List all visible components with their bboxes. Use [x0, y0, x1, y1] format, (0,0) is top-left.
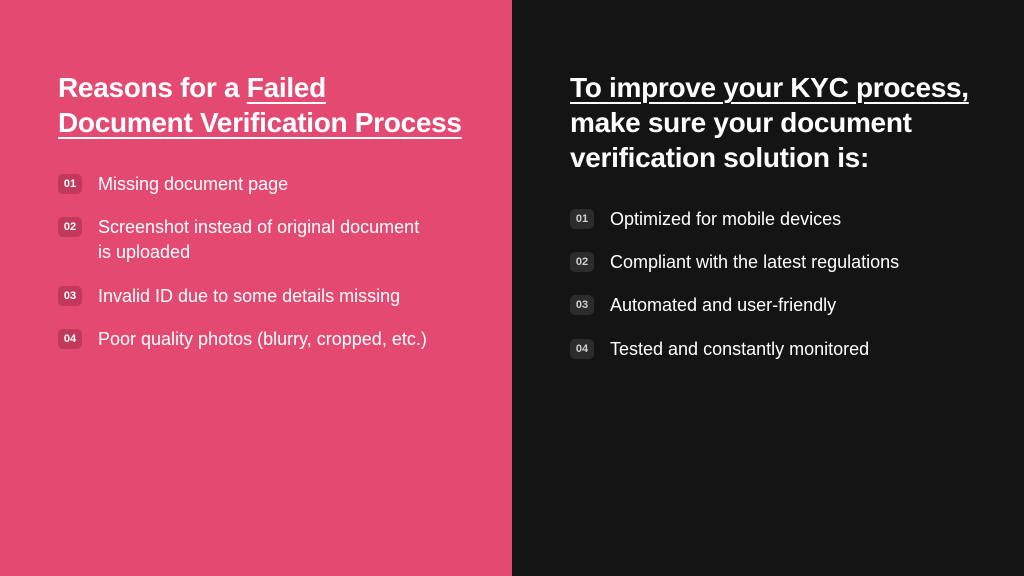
- left-title-prefix: Reasons for a: [58, 72, 247, 103]
- item-number-badge: 02: [570, 252, 594, 272]
- item-number-badge: 04: [570, 339, 594, 359]
- item-text: Missing document page: [98, 172, 288, 197]
- item-number-badge: 02: [58, 217, 82, 237]
- list-item: 04 Poor quality photos (blurry, cropped,…: [58, 327, 462, 352]
- item-number-badge: 04: [58, 329, 82, 349]
- list-item: 01 Missing document page: [58, 172, 462, 197]
- item-text: Compliant with the latest regulations: [610, 250, 899, 275]
- right-title: To improve your KYC process, make sure y…: [570, 70, 974, 175]
- item-text: Invalid ID due to some details missing: [98, 284, 400, 309]
- list-item: 04 Tested and constantly monitored: [570, 337, 974, 362]
- right-panel: To improve your KYC process, make sure y…: [512, 0, 1024, 576]
- list-item: 03 Automated and user-friendly: [570, 293, 974, 318]
- item-text: Automated and user-friendly: [610, 293, 836, 318]
- right-title-suffix: make sure your document verification sol…: [570, 107, 912, 173]
- list-item: 01 Optimized for mobile devices: [570, 207, 974, 232]
- list-item: 02 Compliant with the latest regulations: [570, 250, 974, 275]
- right-title-underlined: To improve your KYC process,: [570, 72, 969, 103]
- item-text: Tested and constantly monitored: [610, 337, 869, 362]
- item-text: Poor quality photos (blurry, cropped, et…: [98, 327, 427, 352]
- left-panel: Reasons for a Failed Document Verificati…: [0, 0, 512, 576]
- list-item: 02 Screenshot instead of original docume…: [58, 215, 462, 265]
- list-item: 03 Invalid ID due to some details missin…: [58, 284, 462, 309]
- left-title: Reasons for a Failed Document Verificati…: [58, 70, 462, 140]
- item-number-badge: 01: [58, 174, 82, 194]
- item-number-badge: 03: [58, 286, 82, 306]
- left-list: 01 Missing document page 02 Screenshot i…: [58, 172, 462, 352]
- right-list: 01 Optimized for mobile devices 02 Compl…: [570, 207, 974, 362]
- item-number-badge: 03: [570, 295, 594, 315]
- item-text: Optimized for mobile devices: [610, 207, 841, 232]
- item-text: Screenshot instead of original document …: [98, 215, 428, 265]
- item-number-badge: 01: [570, 209, 594, 229]
